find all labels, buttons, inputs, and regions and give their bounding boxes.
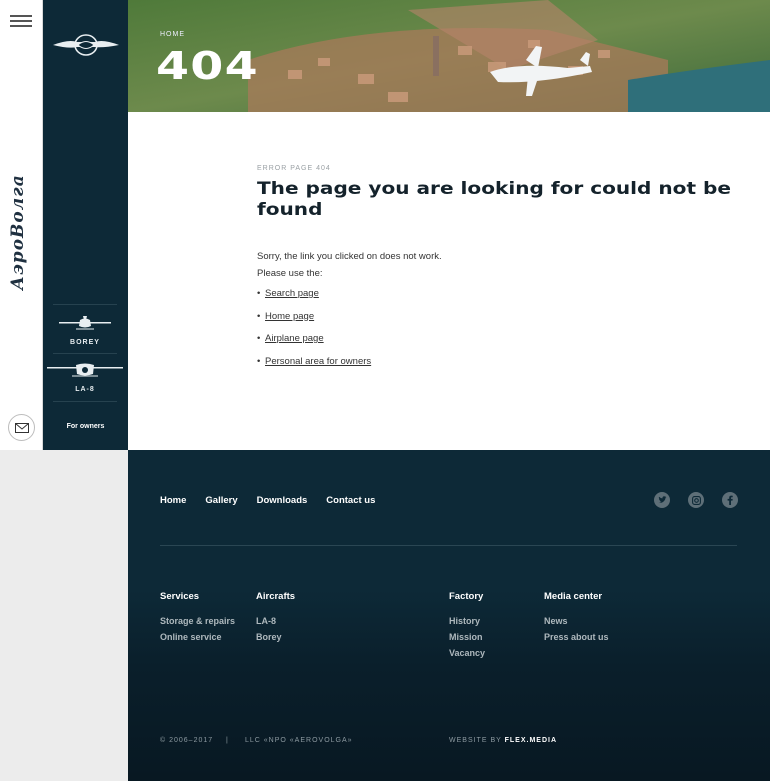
footer-column-heading: Aircrafts [256,591,296,602]
mail-button[interactable] [8,414,35,441]
error-instruction: Please use the: [257,268,323,279]
error-heading: The page you are looking for could not b… [257,179,731,220]
emblem-icon[interactable] [51,30,121,60]
sidebar-divider [53,401,117,402]
twitter-icon[interactable] [654,492,670,508]
aerovolga-logo[interactable]: АэроВолга [8,160,34,290]
footer-column-factory: Factory History Mission Vacancy [449,591,485,661]
footer: Home Gallery Downloads Contact us Servic… [128,450,770,781]
left-rail: АэроВолга [0,0,43,450]
footer-divider [160,545,737,546]
footer-link[interactable]: History [449,613,485,629]
footer-column-heading: Services [160,591,200,602]
footer-link[interactable]: LA-8 [256,613,295,629]
footer-link[interactable]: News [544,613,609,629]
footer-nav-contact[interactable]: Contact us [326,495,375,506]
footer-nav-downloads[interactable]: Downloads [257,495,308,506]
footer-column-heading: Factory [449,591,484,602]
seaplane-icon [59,316,111,330]
facebook-glyph [727,495,733,505]
sidebar-item-label: LA-8 [75,386,95,393]
list-item: • Home page [257,310,315,322]
website-credit[interactable]: WEBSITE BY FLEX.MEDIA [449,737,557,744]
hero-banner: HOME 404 [128,0,770,112]
error-message: Sorry, the link you clicked on does not … [257,251,442,262]
amphibian-plane-icon [47,363,123,377]
credit-prefix: WEBSITE BY [449,737,502,744]
for-owners-link[interactable]: For owners [43,423,128,430]
footer-nav-home[interactable]: Home [160,495,186,506]
airplane-page-link[interactable]: Airplane page [265,333,324,344]
footer-link[interactable]: Storage & repairs [160,613,235,629]
footer-link[interactable]: Online service [160,629,235,645]
list-item: • Search page [257,288,319,299]
footer-nav: Home Gallery Downloads Contact us [160,495,394,506]
breadcrumb[interactable]: HOME [160,31,185,38]
error-eyebrow: ERROR PAGE 404 [257,165,331,172]
sidebar: BOREY LA-8 For owners [43,0,128,450]
footer-nav-gallery[interactable]: Gallery [205,495,237,506]
footer-column-services: Services Storage & repairs Online servic… [160,591,235,645]
footer-link[interactable]: Mission [449,629,485,645]
list-item: • Personal area for owners [257,355,372,367]
helpful-links: • Search page • Home page • Airplane page •… [257,288,371,378]
page-title: 404 [156,44,259,88]
footer-column-media: Media center News Press about us [544,591,609,645]
main-content: ERROR PAGE 404 The page you are looking … [128,112,770,450]
footer-link[interactable]: Borey [256,629,295,645]
footer-link[interactable]: Press about us [544,629,609,645]
sidebar-item-borey[interactable]: BOREY [53,314,117,346]
instagram-glyph [691,495,701,505]
sidebar-divider [53,304,117,305]
envelope-icon [14,422,29,433]
footer-column-aircrafts: Aircrafts LA-8 Borey [256,591,295,645]
owners-area-link[interactable]: Personal area for owners [265,356,371,367]
list-item: • Airplane page [257,333,324,344]
company-name: LLC «NPO «AEROVOLGA» [245,737,353,744]
copyright-separator: | [226,737,229,744]
credit-name: FLEX.MEDIA [504,737,558,744]
menu-icon[interactable] [10,15,32,27]
instagram-icon[interactable] [688,492,704,508]
twitter-glyph [658,496,666,503]
home-page-link[interactable]: Home page [265,311,314,322]
footer-column-heading: Media center [544,591,603,602]
sidebar-item-label: BOREY [70,339,100,346]
copyright: © 2006–2017 [160,737,214,744]
page: АэроВолга BOREY LA-8 For owners HOME 404… [0,0,770,781]
sidebar-item-la8[interactable]: LA-8 [47,361,123,393]
search-page-link[interactable]: Search page [265,288,319,299]
footer-link[interactable]: Vacancy [449,645,485,661]
facebook-icon[interactable] [722,492,738,508]
sidebar-divider [53,353,117,354]
